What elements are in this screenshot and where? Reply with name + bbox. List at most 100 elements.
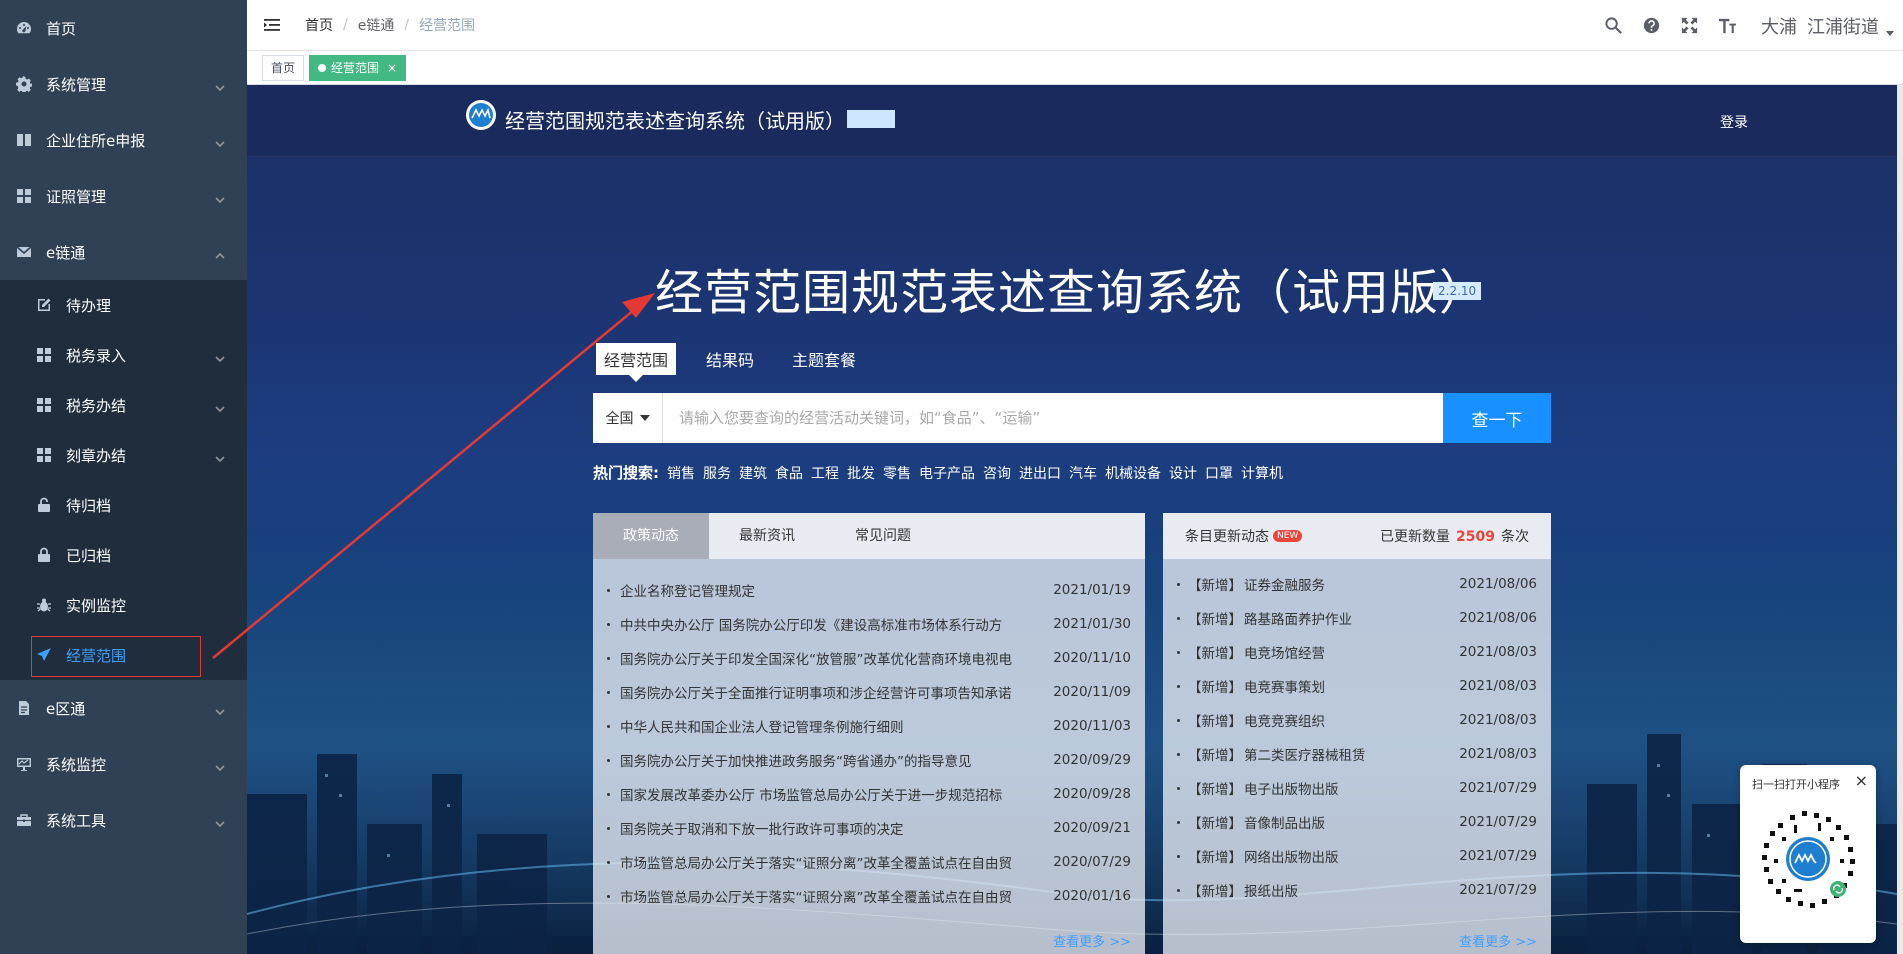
hot-search-item[interactable]: 批发: [847, 463, 875, 483]
sidebar-item-tax-entry[interactable]: 税务录入: [0, 330, 247, 380]
grid-icon: [36, 447, 52, 463]
list-item[interactable]: 【新增】 音像制品出版 2021/07/29: [1163, 805, 1551, 839]
list-item[interactable]: 【新增】 路基路面养护作业 2021/08/06: [1163, 601, 1551, 635]
sidebar-item-system-monitor[interactable]: 系统监控: [0, 736, 247, 792]
close-icon[interactable]: ×: [387, 56, 397, 80]
hot-search-item[interactable]: 咨询: [983, 463, 1011, 483]
tab-theme-package[interactable]: 主题套餐: [784, 343, 864, 375]
list-item[interactable]: 市场监管总局办公厅关于落实“证照分离”改革全覆盖试点在自由贸 2020/07/29: [593, 845, 1145, 879]
list-item[interactable]: 【新增】 第二类医疗器械租赁 2021/08/03: [1163, 737, 1551, 771]
hot-search-item[interactable]: 机械设备: [1105, 463, 1161, 483]
tab-result-code[interactable]: 结果码: [698, 343, 762, 375]
list-item[interactable]: 【新增】 报纸出版 2021/07/29: [1163, 873, 1551, 907]
list-item[interactable]: 国务院关于取消和下放一批行政许可事项的决定 2020/09/21: [593, 811, 1145, 845]
list-item[interactable]: 【新增】 电子出版物出版 2021/07/29: [1163, 771, 1551, 805]
sidebar-item-home[interactable]: 首页: [0, 0, 247, 56]
sidebar-item-label: e链通: [46, 243, 86, 262]
list-item[interactable]: 【新增】 电竞场馆经营 2021/08/03: [1163, 635, 1551, 669]
sidebar-item-archived[interactable]: 已归档: [0, 530, 247, 580]
hamburger-icon[interactable]: [263, 16, 281, 34]
hot-search-item[interactable]: 电子产品: [919, 463, 975, 483]
update-date: 2021/08/06: [1459, 576, 1537, 592]
update-name: 电竞赛事策划: [1244, 680, 1325, 696]
close-icon[interactable]: ×: [1855, 771, 1868, 790]
tab-business-scope[interactable]: 经营范围: [596, 343, 677, 382]
sidebar: 首页 系统管理 企业住所e申报 证照管理 e链通 待办理 税务录入 税务办结 刻…: [0, 0, 247, 954]
sidebar-item-pending[interactable]: 待办理: [0, 280, 247, 330]
hot-search-item[interactable]: 口罩: [1205, 463, 1233, 483]
list-item[interactable]: 国家发展改革委办公厅 市场监管总局办公厅关于进一步规范招标 2020/09/28: [593, 777, 1145, 811]
list-item[interactable]: 国务院办公厅关于印发全国深化“放管服”改革优化营商环境电视电 2020/11/10: [593, 641, 1145, 675]
search-input[interactable]: [663, 393, 1443, 443]
breadcrumb: 首页 / e链通 / 经营范围: [305, 15, 475, 35]
tab-policy-news[interactable]: 政策动态: [593, 513, 709, 559]
list-item[interactable]: 【新增】 网络出版物出版 2021/07/29: [1163, 839, 1551, 873]
list-item[interactable]: 中华人民共和国企业法人登记管理条例施行细则 2020/11/03: [593, 709, 1145, 743]
hot-search-item[interactable]: 进出口: [1019, 463, 1061, 483]
sidebar-item-seal-completed[interactable]: 刻章办结: [0, 430, 247, 480]
list-item[interactable]: 市场监管总局办公厅关于落实“证照分离”改革全覆盖试点在自由贸 2020/01/16: [593, 879, 1145, 913]
list-item[interactable]: 国务院办公厅关于加快推进政务服务“跨省通办”的指导意见 2020/09/29: [593, 743, 1145, 777]
list-item[interactable]: 中共中央办公厅 国务院办公厅印发《建设高标准市场体系行动方 2021/01/30: [593, 607, 1145, 641]
user-menu[interactable]: 大浦 江浦街道: [1761, 13, 1879, 39]
fullscreen-icon[interactable]: [1679, 16, 1699, 36]
update-tag: 【新增】: [1188, 578, 1242, 594]
vertical-scrollbar[interactable]: [1897, 85, 1903, 954]
sidebar-item-license-management[interactable]: 证照管理: [0, 168, 247, 224]
sidebar-item-system-management[interactable]: 系统管理: [0, 56, 247, 112]
sidebar-item-e-chain[interactable]: e链通: [0, 224, 247, 280]
breadcrumb-item[interactable]: e链通: [358, 15, 395, 35]
hot-search-item[interactable]: 零售: [883, 463, 911, 483]
update-date: 2021/08/06: [1459, 610, 1537, 626]
tag-business-scope[interactable]: 经营范围 ×: [309, 54, 407, 81]
news-date: 2020/11/10: [1053, 650, 1131, 666]
sidebar-item-to-archive[interactable]: 待归档: [0, 480, 247, 530]
hot-search-item[interactable]: 工程: [811, 463, 839, 483]
hot-search-item[interactable]: 销售: [667, 463, 695, 483]
sidebar-item-e-district[interactable]: e区通: [0, 680, 247, 736]
breadcrumb-item[interactable]: 首页: [305, 15, 333, 35]
bullet-icon: [1177, 616, 1180, 620]
bullet-icon: [607, 690, 610, 694]
font-size-icon[interactable]: [1717, 16, 1737, 36]
search-button[interactable]: 查一下: [1443, 393, 1551, 443]
updates-count: 已更新数量 2509 条次: [1380, 526, 1529, 546]
bullet-icon: [607, 758, 610, 762]
hot-search-item[interactable]: 服务: [703, 463, 731, 483]
sidebar-item-business-scope[interactable]: 经营范围: [0, 630, 247, 680]
list-item[interactable]: 企业名称登记管理规定 2021/01/19: [593, 573, 1145, 607]
bullet-icon: [1177, 582, 1180, 586]
news-panel: 政策动态 最新资讯 常见问题 企业名称登记管理规定 2021/01/19 中共中央…: [593, 513, 1145, 954]
tab-latest-news[interactable]: 最新资讯: [709, 513, 825, 559]
sidebar-item-instance-monitor[interactable]: 实例监控: [0, 580, 247, 630]
update-tag: 【新增】: [1188, 884, 1242, 900]
tag-home[interactable]: 首页: [262, 54, 305, 81]
hot-search-item[interactable]: 计算机: [1241, 463, 1283, 483]
list-item[interactable]: 【新增】 电竞竞赛组织 2021/08/03: [1163, 703, 1551, 737]
hot-search-item[interactable]: 汽车: [1069, 463, 1097, 483]
breadcrumb-item-current: 经营范围: [419, 18, 476, 34]
list-item[interactable]: 【新增】 电竞赛事策划 2021/08/03: [1163, 669, 1551, 703]
hot-search-item[interactable]: 设计: [1169, 463, 1197, 483]
search-icon[interactable]: [1603, 16, 1623, 36]
list-item[interactable]: 国务院办公厅关于全面推行证明事项和涉企经营许可事项告知承诺 2020/11/09: [593, 675, 1145, 709]
sidebar-item-label: 系统工具: [46, 811, 107, 830]
list-item[interactable]: 【新增】 证券金融服务 2021/08/06: [1163, 567, 1551, 601]
news-more-link[interactable]: 查看更多 >>: [1053, 931, 1131, 950]
region-select-value: 全国: [605, 411, 634, 427]
bullet-icon: [607, 792, 610, 796]
sidebar-item-system-tools[interactable]: 系统工具: [0, 792, 247, 848]
bullet-icon: [607, 724, 610, 728]
sidebar-item-label: 刻章办结: [66, 446, 127, 465]
login-link[interactable]: 登录: [1720, 112, 1748, 132]
sidebar-item-enterprise-residence[interactable]: 企业住所e申报: [0, 112, 247, 168]
hot-search-item[interactable]: 建筑: [739, 463, 767, 483]
hot-search-item[interactable]: 食品: [775, 463, 803, 483]
tab-faq[interactable]: 常见问题: [825, 513, 941, 559]
sidebar-item-tax-completed[interactable]: 税务办结: [0, 380, 247, 430]
caret-down-icon[interactable]: [1885, 26, 1895, 36]
region-select[interactable]: 全国: [593, 393, 663, 443]
updates-more-link[interactable]: 查看更多 >>: [1459, 931, 1537, 950]
help-icon[interactable]: [1641, 16, 1661, 36]
news-title: 中华人民共和国企业法人登记管理条例施行细则: [620, 720, 904, 736]
